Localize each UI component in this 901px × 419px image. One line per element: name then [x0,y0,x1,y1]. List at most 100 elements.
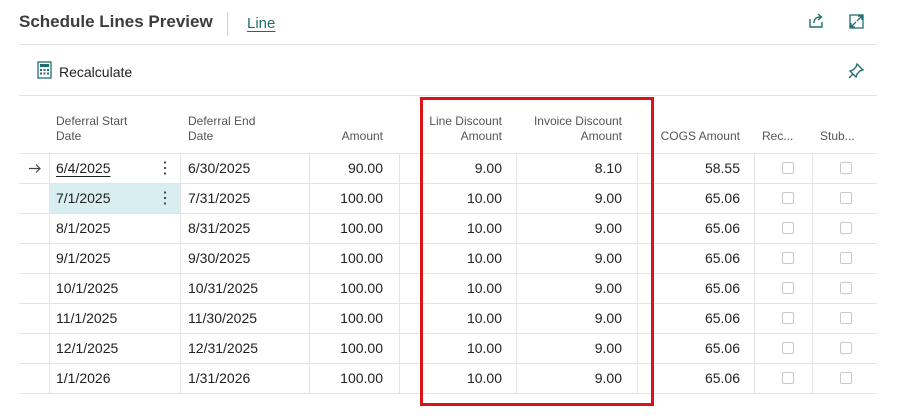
stub-checkbox[interactable] [840,282,852,294]
cell-line-discount[interactable]: 10.00 [419,334,502,363]
cell-deferral-start[interactable]: 6/4/2025 [49,154,150,183]
table-row[interactable]: 8/1/2025 8/31/2025 100.00 10.00 9.00 65.06 [19,214,877,244]
tab-line[interactable]: Line [247,15,275,32]
cell-amount[interactable]: 100.00 [309,334,383,363]
col-header-invoice-discount[interactable]: Invoice Discount Amount [524,114,622,144]
cell-invoice-discount[interactable]: 9.00 [524,334,622,363]
cell-deferral-start[interactable]: 12/1/2025 [49,334,150,363]
cell-invoice-discount[interactable]: 9.00 [524,184,622,213]
table-row[interactable]: 9/1/2025 9/30/2025 100.00 10.00 9.00 65.06 [19,244,877,274]
cell-invoice-discount[interactable]: 9.00 [524,274,622,303]
col-header-amount[interactable]: Amount [309,129,383,144]
cell-line-discount[interactable]: 10.00 [419,274,502,303]
cell-cogs[interactable]: 65.06 [649,274,740,303]
cell-deferral-end[interactable]: 6/30/2025 [188,154,250,183]
rec-checkbox[interactable] [782,192,794,204]
col-header-deferral-end-line1: Deferral End [188,114,256,128]
cell-divider [812,364,813,393]
cell-divider [180,244,181,273]
rec-checkbox[interactable] [782,222,794,234]
recalculate-button[interactable]: Recalculate [37,60,132,83]
cell-divider [516,184,517,213]
cell-invoice-discount[interactable]: 9.00 [524,244,622,273]
cell-line-discount[interactable]: 9.00 [419,154,502,183]
cell-amount[interactable]: 100.00 [309,214,383,243]
cell-cogs[interactable]: 58.55 [649,154,740,183]
cell-line-discount[interactable]: 10.00 [419,244,502,273]
cell-invoice-discount[interactable]: 9.00 [524,364,622,393]
table-row[interactable]: 12/1/2025 12/31/2025 100.00 10.00 9.00 65.06 [19,334,877,364]
rec-checkbox[interactable] [782,252,794,264]
table-row[interactable]: 1/1/2026 1/31/2026 100.00 10.00 9.00 65.06 [19,364,877,394]
cell-deferral-start[interactable]: 8/1/2025 [49,214,150,243]
cell-line-discount[interactable]: 10.00 [419,184,502,213]
cell-deferral-start[interactable]: 9/1/2025 [49,244,150,273]
more-vertical-icon[interactable]: ⋮ [150,154,180,183]
rec-checkbox[interactable] [782,282,794,294]
cell-invoice-discount[interactable]: 9.00 [524,304,622,333]
rec-checkbox[interactable] [782,372,794,384]
cell-deferral-end[interactable]: 7/31/2025 [188,184,250,213]
cell-cogs[interactable]: 65.06 [649,334,740,363]
cell-amount[interactable]: 100.00 [309,274,383,303]
stub-checkbox[interactable] [840,192,852,204]
table-row[interactable]: 11/1/2025 11/30/2025 100.00 10.00 9.00 65.06 [19,304,877,334]
cell-cogs[interactable]: 65.06 [649,304,740,333]
cell-deferral-start[interactable]: 1/1/2026 [49,364,150,393]
cell-invoice-discount[interactable]: 8.10 [524,154,622,183]
stub-checkbox[interactable] [840,252,852,264]
cell-amount[interactable]: 100.00 [309,244,383,273]
table-row[interactable]: 10/1/2025 10/31/2025 100.00 10.00 9.00 65.06 [19,274,877,304]
cell-invoice-discount[interactable]: 9.00 [524,214,622,243]
table-row[interactable]: 6/4/2025 ⋮ 6/30/2025 90.00 9.00 8.10 58.55 [19,154,877,184]
cell-divider [399,274,400,303]
col-header-rec[interactable]: Rec... [762,129,793,144]
table-row[interactable]: 7/1/2025 ⋮ 7/31/2025 100.00 10.00 9.00 65.06 [19,184,877,214]
cell-deferral-start[interactable]: 11/1/2025 [49,304,150,333]
col-header-line-discount-line1: Line Discount [429,114,502,128]
cell-divider [812,184,813,213]
col-header-line-discount[interactable]: Line Discount Amount [419,114,502,144]
header-divider [227,12,228,36]
rec-checkbox[interactable] [782,312,794,324]
stub-checkbox[interactable] [840,342,852,354]
cell-deferral-end[interactable]: 1/31/2026 [188,364,250,393]
cell-deferral-start[interactable]: 10/1/2025 [49,274,150,303]
cell-amount[interactable]: 100.00 [309,184,383,213]
cell-line-discount[interactable]: 10.00 [419,364,502,393]
col-header-stub[interactable]: Stub... [820,129,855,144]
cell-divider [49,214,50,243]
cell-divider [637,184,638,213]
cell-amount[interactable]: 90.00 [309,154,383,183]
pin-icon[interactable] [847,62,865,85]
stub-checkbox[interactable] [840,312,852,324]
expand-icon[interactable] [848,13,865,35]
cell-amount[interactable]: 100.00 [309,364,383,393]
cell-deferral-end[interactable]: 12/31/2025 [188,334,258,363]
col-header-deferral-end[interactable]: Deferral End Date [188,114,255,144]
cell-cogs[interactable]: 65.06 [649,184,740,213]
col-header-cogs[interactable]: COGS Amount [649,129,740,144]
share-icon[interactable] [807,12,825,35]
cell-deferral-end[interactable]: 8/31/2025 [188,214,250,243]
more-vertical-icon[interactable]: ⋮ [150,184,180,213]
rec-checkbox[interactable] [782,162,794,174]
rec-checkbox[interactable] [782,342,794,354]
cell-cogs[interactable]: 65.06 [649,214,740,243]
cell-line-discount[interactable]: 10.00 [419,214,502,243]
cell-deferral-end[interactable]: 9/30/2025 [188,244,250,273]
cell-cogs[interactable]: 65.06 [649,244,740,273]
col-header-deferral-start[interactable]: Deferral Start Date [56,114,127,144]
stub-checkbox[interactable] [840,222,852,234]
cell-cogs[interactable]: 65.06 [649,364,740,393]
cell-divider [49,334,50,363]
cell-deferral-end[interactable]: 10/31/2025 [188,274,258,303]
stub-checkbox[interactable] [840,162,852,174]
cell-divider [812,154,813,183]
cell-deferral-start[interactable]: 7/1/2025 [49,184,150,213]
cell-line-discount[interactable]: 10.00 [419,304,502,333]
stub-checkbox[interactable] [840,372,852,384]
cell-deferral-end[interactable]: 11/30/2025 [188,304,257,333]
cell-amount[interactable]: 100.00 [309,304,383,333]
cell-divider [754,274,755,303]
